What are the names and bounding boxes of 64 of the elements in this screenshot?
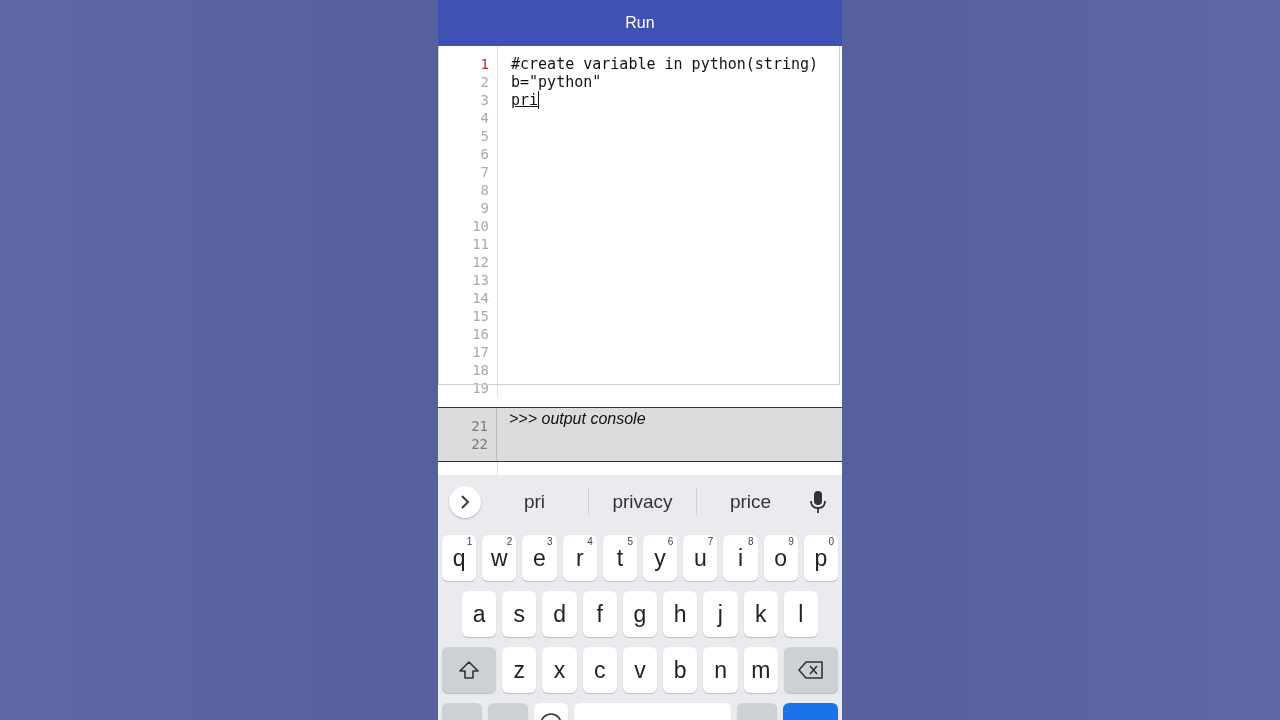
suggestion[interactable]: pri [481, 486, 588, 517]
letter-key[interactable]: q 1 [442, 535, 477, 581]
line-number: 21 [471, 417, 489, 435]
line-number: 2 [480, 73, 490, 91]
line-number: 5 [480, 127, 490, 145]
key-hint: 7 [707, 536, 714, 547]
line-number: 13 [472, 271, 490, 289]
letter-key[interactable]: w 2 [482, 535, 517, 581]
letter-key[interactable]: e 3 [522, 535, 557, 581]
letter-key[interactable]: c [582, 647, 617, 693]
letter-key[interactable]: r 4 [562, 535, 597, 581]
letter-key[interactable]: x [542, 647, 577, 693]
key-hint: 0 [828, 536, 835, 547]
letter-key[interactable]: g [622, 591, 658, 637]
line-number: 4 [480, 109, 490, 127]
line-number: 14 [472, 289, 490, 307]
app-title: Run [438, 0, 842, 46]
key-hint: 5 [627, 536, 633, 547]
line-number: 8 [480, 181, 490, 199]
line-number: 16 [472, 325, 490, 343]
letter-key[interactable]: a [462, 591, 497, 637]
suggestion[interactable]: privacy [589, 486, 696, 517]
key-hint: 6 [667, 536, 674, 547]
code-line: b="python" [511, 73, 602, 91]
letter-key[interactable]: h [663, 591, 698, 637]
console-text: >>> output console [509, 409, 646, 429]
letter-key[interactable]: o 9 [763, 535, 798, 581]
line-number: 12 [472, 253, 490, 271]
letter-key[interactable]: t 5 [602, 535, 637, 581]
key-hint: 9 [788, 536, 794, 547]
letter-key[interactable]: u 7 [683, 535, 718, 581]
key-hint: 1 [466, 536, 473, 547]
line-number: 9 [480, 199, 490, 217]
suggestion[interactable]: price [697, 486, 804, 517]
key-hint: 8 [748, 536, 754, 547]
letter-key[interactable]: n [703, 647, 738, 693]
line-number: 11 [472, 235, 490, 253]
letter-key[interactable]: p 0 [803, 535, 839, 581]
letter-key[interactable]: m [743, 647, 778, 693]
key-hint: 3 [547, 536, 553, 547]
key-hint: 4 [587, 536, 593, 547]
letter-key[interactable]: d [542, 591, 577, 637]
line-number: 15 [472, 307, 490, 325]
letter-key[interactable]: f [582, 591, 617, 637]
line-number: 7 [480, 163, 490, 181]
line-number: 18 [472, 361, 490, 379]
letter-key[interactable]: b [663, 647, 698, 693]
code-line: pri [511, 91, 540, 109]
letter-key[interactable]: z [502, 647, 537, 693]
letter-key[interactable]: j [703, 591, 738, 637]
line-number: 10 [472, 217, 490, 235]
line-number: 17 [472, 343, 490, 361]
line-number: 6 [480, 145, 490, 163]
key-hint: 2 [506, 536, 513, 547]
code-line: #create variable in python(string) [511, 55, 819, 73]
letter-key[interactable]: s [502, 591, 537, 637]
line-number: 3 [480, 91, 490, 109]
letter-key[interactable]: i 8 [723, 535, 758, 581]
letter-key[interactable]: y 6 [643, 535, 678, 581]
letter-key[interactable]: k [743, 591, 778, 637]
letter-key[interactable]: v [622, 647, 658, 693]
letter-key[interactable]: l [783, 591, 818, 637]
line-number: 1 [480, 55, 490, 73]
line-number: 22 [471, 435, 489, 453]
